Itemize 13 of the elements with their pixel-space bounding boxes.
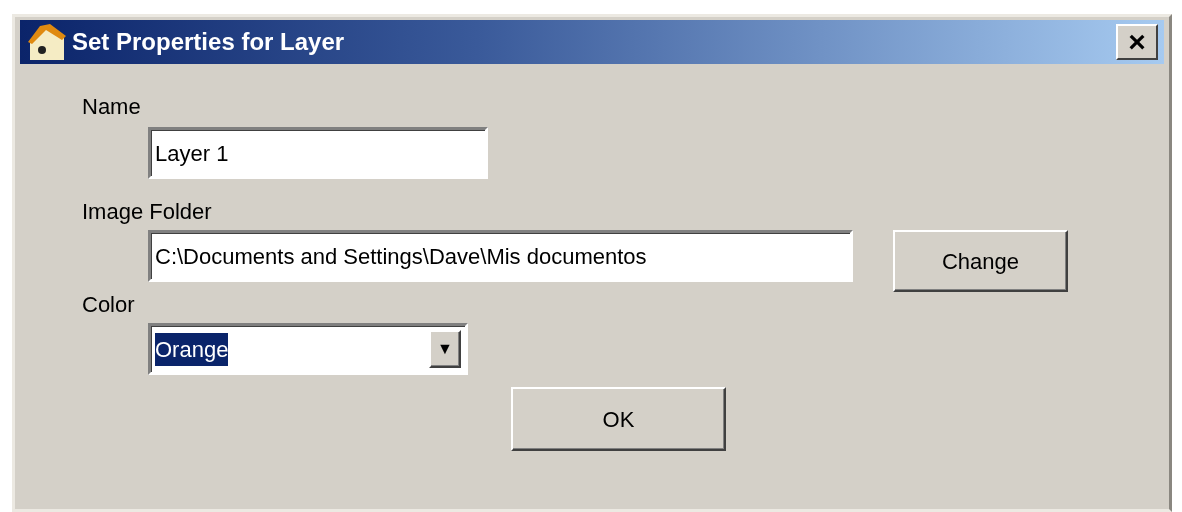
field-label: Color (82, 291, 136, 319)
house-icon (26, 22, 68, 62)
name-field[interactable]: Layer 1 (148, 127, 488, 179)
dropdown-arrow-button[interactable]: ▼ (429, 330, 461, 368)
change-button[interactable]: Change (893, 230, 1068, 292)
dropdown-value: Orange (155, 332, 229, 366)
ok-button[interactable]: OK (511, 387, 726, 451)
color-dropdown[interactable]: Orange ▼ (148, 323, 468, 375)
field-label: Image Folder (82, 198, 213, 226)
folder-field[interactable]: C:\Documents and Settings\Dave\Mis documentos (148, 230, 853, 282)
close-button[interactable]: × (1116, 24, 1158, 60)
field-label: Name (82, 93, 142, 121)
window-title: Set Properties for Layer (72, 27, 345, 57)
